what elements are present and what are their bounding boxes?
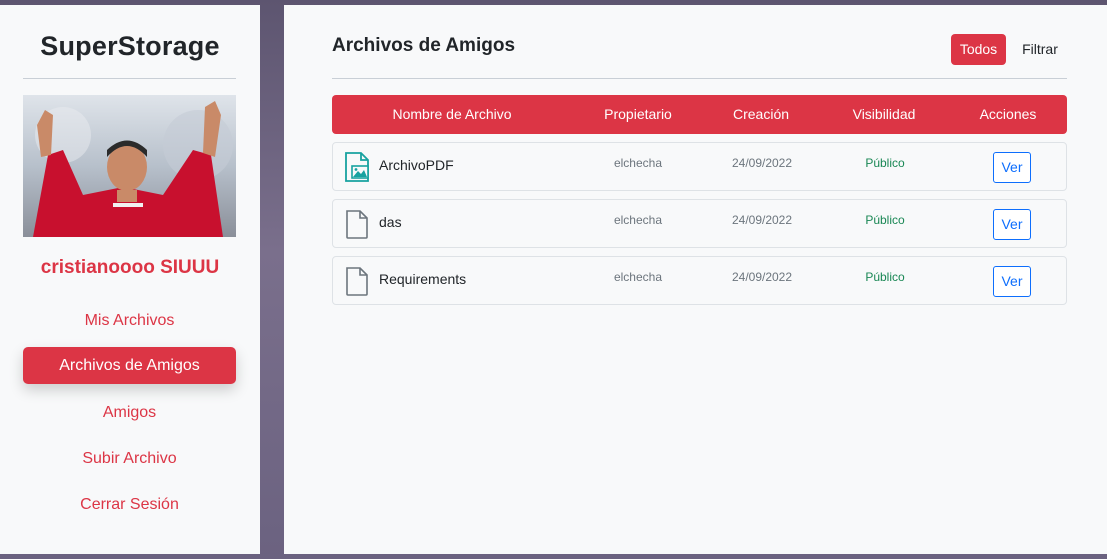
nav-subir-archivo[interactable]: Subir Archivo — [23, 440, 236, 477]
ver-button[interactable]: Ver — [993, 266, 1031, 297]
file-date: 24/09/2022 — [731, 270, 793, 284]
file-date: 24/09/2022 — [731, 156, 793, 170]
file-date: 24/09/2022 — [731, 213, 793, 227]
file-name: Requirements — [379, 271, 467, 287]
file-visibility: Público — [865, 213, 905, 227]
avatar — [23, 95, 236, 237]
sidebar-divider — [23, 78, 236, 79]
file-icon — [344, 209, 370, 239]
todos-button[interactable]: Todos — [951, 34, 1006, 65]
page-title: Archivos de Amigos — [332, 35, 516, 56]
nav-mis-archivos[interactable]: Mis Archivos — [23, 302, 236, 339]
file-name: ArchivoPDF — [379, 157, 454, 173]
header-divider — [332, 78, 1067, 79]
header-creacion: Creación — [732, 106, 790, 122]
file-visibility: Público — [865, 270, 905, 284]
ver-button[interactable]: Ver — [993, 152, 1031, 183]
header-propietario: Propietario — [604, 106, 672, 122]
filtrar-button[interactable]: Filtrar — [1015, 34, 1065, 65]
brand-title: SuperStorage — [40, 31, 220, 61]
file-visibility: Público — [865, 156, 905, 170]
main-panel: Archivos de Amigos Todos Filtrar Nombre … — [284, 5, 1107, 554]
header-visibilidad: Visibilidad — [852, 106, 916, 122]
table-row: ArchivoPDF elchecha 24/09/2022 Público V… — [332, 142, 1067, 191]
table-row: Requirements elchecha 24/09/2022 Público… — [332, 256, 1067, 305]
username: cristianoooo SIUUU — [40, 257, 220, 278]
table-row: das elchecha 24/09/2022 Público Ver — [332, 199, 1067, 248]
nav-amigos[interactable]: Amigos — [23, 394, 236, 431]
nav-cerrar-sesion[interactable]: Cerrar Sesión — [23, 486, 236, 523]
file-owner: elchecha — [613, 213, 663, 227]
header-nombre: Nombre de Archivo — [392, 106, 512, 122]
file-owner: elchecha — [613, 156, 663, 170]
header-acciones: Acciones — [979, 106, 1037, 122]
table-header: Nombre de Archivo Propietario Creación V… — [332, 95, 1067, 134]
ver-button[interactable]: Ver — [993, 209, 1031, 240]
file-owner: elchecha — [613, 270, 663, 284]
nav-archivos-de-amigos[interactable]: Archivos de Amigos — [23, 347, 236, 384]
file-name: das — [379, 214, 402, 230]
file-image-icon — [344, 152, 370, 182]
file-icon — [344, 266, 370, 296]
sidebar: SuperStorage cristianoooo SIUUU Mis Arch… — [0, 5, 260, 554]
